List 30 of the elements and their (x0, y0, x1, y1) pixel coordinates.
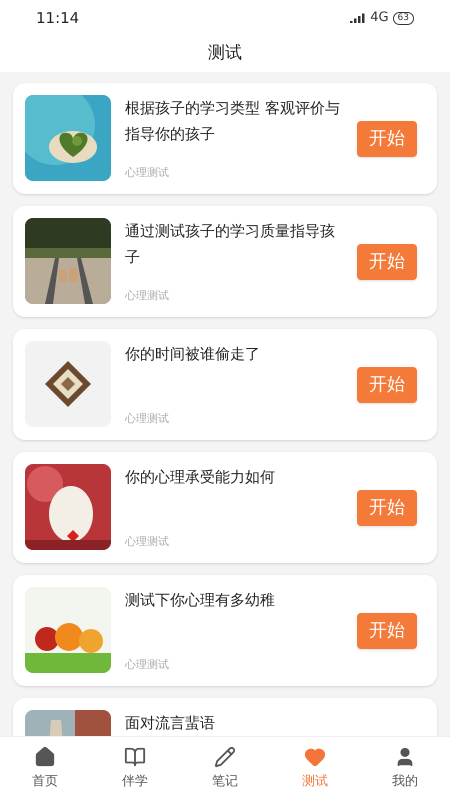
test-category: 心理测试 (125, 288, 170, 304)
home-icon (34, 746, 56, 768)
network-label: 4G (370, 9, 389, 28)
nav-tab[interactable]: 伴学 (105, 746, 165, 792)
test-category: 心理测试 (125, 534, 170, 550)
test-category: 心理测试 (125, 656, 170, 672)
test-card[interactable]: 根据孩子的学习类型 客观评价与指导你的孩子 心理测试 开始 (13, 83, 437, 194)
test-title: 测试下你心理有多幼稚 (125, 590, 276, 611)
test-title: 你的心理承受能力如何 (125, 467, 276, 488)
test-card[interactable]: 测试下你心理有多幼稚 心理测试 开始 (13, 575, 437, 686)
heart-icon (304, 746, 326, 768)
pencil-icon (214, 746, 236, 768)
test-title: 通过测试孩子的学习质量指导孩子 (125, 221, 336, 268)
test-card[interactable]: 通过测试孩子的学习质量指导孩子 心理测试 开始 (13, 206, 437, 317)
nav-tab[interactable]: 首页 (15, 746, 75, 792)
nav-tab[interactable]: 笔记 (195, 746, 255, 792)
test-category: 心理测试 (125, 410, 170, 426)
status-time: 11:14 (36, 8, 80, 29)
page-title: 测试 (208, 42, 242, 66)
battery-indicator: 63 (392, 12, 414, 24)
signal-icon (350, 13, 366, 23)
test-card[interactable]: 面对流言蜚语 (13, 698, 437, 736)
test-category: 心理测试 (125, 164, 170, 180)
nav-tab[interactable]: 我的 (375, 746, 435, 792)
book-icon (124, 746, 146, 768)
test-title: 面对流言蜚语 (125, 713, 216, 734)
test-title: 你的时间被谁偷走了 (125, 344, 261, 365)
test-card[interactable]: 你的时间被谁偷走了 心理测试 开始 (13, 329, 437, 440)
test-card[interactable]: 你的心理承受能力如何 心理测试 开始 (13, 452, 437, 563)
test-title: 根据孩子的学习类型 客观评价与指导你的孩子 (125, 98, 341, 145)
